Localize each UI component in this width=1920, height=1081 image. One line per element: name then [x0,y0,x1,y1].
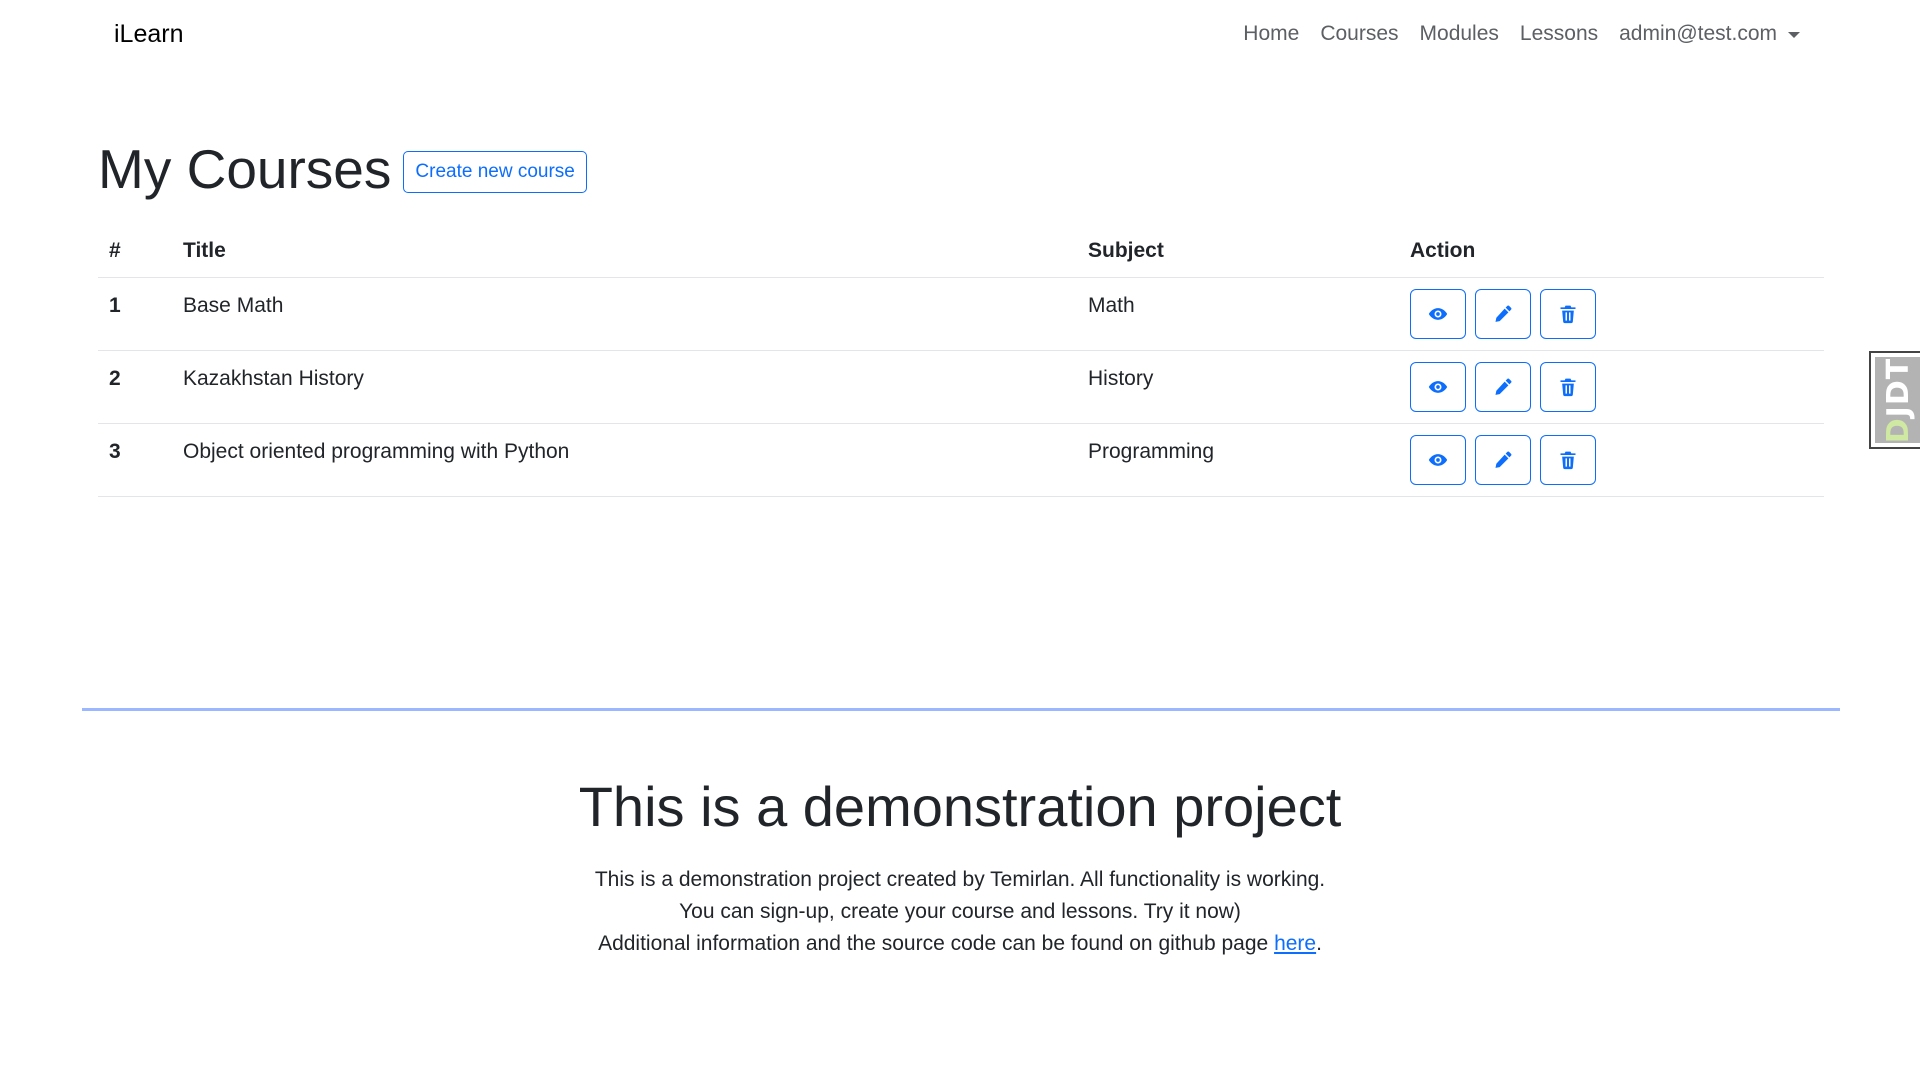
nav-link-courses[interactable]: Courses [1320,22,1398,46]
demo-title: This is a demonstration project [578,775,1342,838]
delete-button[interactable] [1539,288,1596,339]
heading-row: My Courses Create new course [98,136,587,202]
delete-button[interactable] [1539,361,1596,412]
row-title: Object oriented programming with Python [172,423,1077,497]
nav-links: Home Courses Modules Lessons admin@test.… [1222,22,1800,46]
user-dropdown[interactable]: admin@test.com [1619,22,1800,46]
debug-toolbar-label-rest: JDT [1881,357,1917,417]
courses-table: # Title Subject Action 1 Base Math Math [98,225,1824,497]
caret-down-icon [1788,32,1800,38]
navbar: iLearn Home Courses Modules Lessons admi… [0,0,1920,72]
demo-line-1: This is a demonstration project created … [594,868,1326,891]
row-actions [1399,350,1824,424]
demo-line-3-text: Additional information and the source co… [598,932,1275,955]
row-title: Base Math [172,277,1077,351]
create-course-button[interactable]: Create new course [403,151,587,193]
delete-button[interactable] [1539,434,1596,485]
row-subject: History [1077,350,1399,424]
nav-link-lessons[interactable]: Lessons [1520,22,1598,46]
edit-button[interactable] [1474,361,1531,412]
nav-link-modules[interactable]: Modules [1420,22,1499,46]
table-row: 1 Base Math Math [98,277,1824,351]
section-divider [82,708,1840,711]
eye-icon [1428,380,1448,393]
row-subject: Math [1077,277,1399,351]
github-link[interactable]: here [1274,932,1316,955]
table-row: 3 Object oriented programming with Pytho… [98,423,1824,497]
row-actions [1399,277,1824,351]
trash-icon [1560,451,1576,469]
debug-toolbar-label: DJDT [1882,357,1917,442]
view-button[interactable] [1410,434,1466,485]
page-title: My Courses [98,138,392,200]
user-email: admin@test.com [1619,22,1777,45]
header-number: # [98,225,172,278]
edit-button[interactable] [1474,434,1531,485]
eye-icon [1428,453,1448,466]
demo-description: This is a demonstration project created … [0,864,1920,960]
table-row: 2 Kazakhstan History History [98,350,1824,424]
page: iLearn Home Courses Modules Lessons admi… [0,0,1920,1081]
trash-icon [1560,378,1576,396]
brand-logo[interactable]: iLearn [114,20,184,49]
demo-line-3: Additional information and the source co… [0,928,1920,960]
row-subject: Programming [1077,423,1399,497]
row-number: 1 [98,277,172,351]
edit-button[interactable] [1474,288,1531,339]
debug-toolbar-label-d: D [1881,416,1917,443]
view-button[interactable] [1410,288,1466,339]
row-number: 3 [98,423,172,497]
header-title: Title [172,225,1077,278]
demo-line-2: You can sign-up, create your course and … [679,900,1241,923]
row-actions [1399,423,1824,497]
pencil-icon [1495,451,1512,468]
table-header-row: # Title Subject Action [98,225,1824,278]
view-button[interactable] [1410,361,1466,412]
pencil-icon [1495,378,1512,395]
trash-icon [1560,305,1576,323]
row-title: Kazakhstan History [172,350,1077,424]
nav-link-home[interactable]: Home [1243,22,1299,46]
debug-toolbar-handle[interactable]: DJDT [1869,351,1920,449]
pencil-icon [1495,305,1512,322]
header-subject: Subject [1077,225,1399,278]
demo-line-3-period: . [1316,932,1322,955]
row-number: 2 [98,350,172,424]
debug-toolbar-handle-inner: DJDT [1875,357,1920,443]
header-action: Action [1399,225,1824,278]
eye-icon [1428,307,1448,320]
